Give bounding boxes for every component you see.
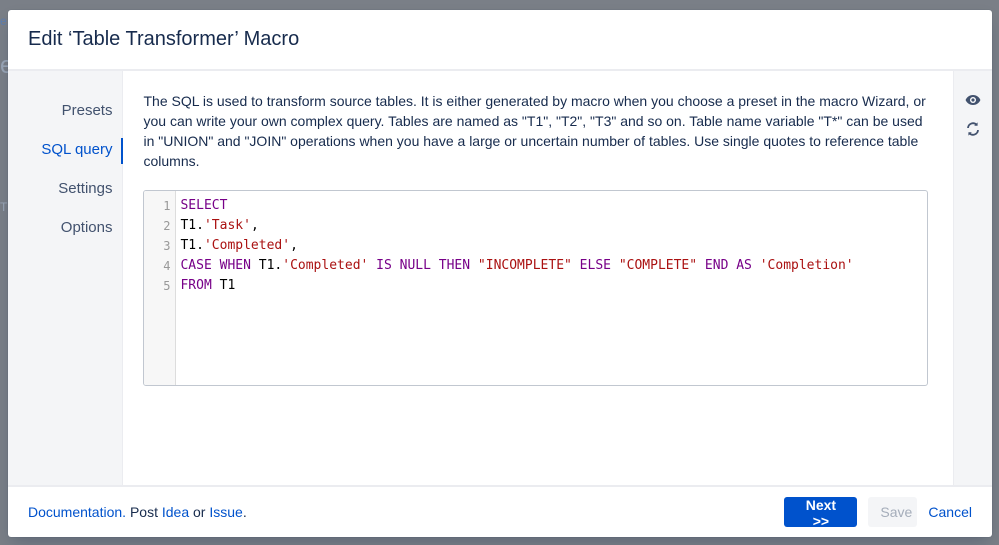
footer-text: Post	[126, 504, 162, 520]
next-button[interactable]: Next >>	[784, 497, 858, 529]
eye-icon[interactable]	[964, 91, 982, 109]
sql-string: 'Task'	[203, 218, 251, 233]
footer-links: Documentation. Post Idea or Issue.	[28, 504, 247, 520]
sql-keyword: CASE WHEN	[180, 258, 251, 273]
sql-keyword: IS NULL THEN	[368, 258, 478, 273]
sql-description: The SQL is used to transform source tabl…	[143, 93, 926, 169]
code-line: T1.'Task',	[180, 216, 927, 236]
refresh-icon[interactable]	[964, 120, 982, 138]
sql-string: "COMPLETE"	[618, 258, 698, 273]
cancel-button[interactable]: Cancel	[917, 497, 972, 527]
issue-link[interactable]: Issue	[209, 504, 242, 520]
sql-token: T1.	[180, 218, 204, 233]
dialog-title: Edit ‘Table Transformer’ Macro	[28, 28, 300, 50]
sql-editor[interactable]: 12345 SELECT T1.'Task', T1.'Completed', CAS…	[143, 190, 929, 386]
background-fragment: e	[0, 14, 7, 28]
code-line: FROM T1	[180, 276, 927, 296]
line-number: 1	[163, 199, 171, 213]
footer-text: or	[189, 504, 210, 520]
nav-item-settings[interactable]: Settings	[8, 179, 122, 218]
sql-token: T1.	[250, 258, 283, 273]
sql-token: ,	[250, 218, 259, 233]
macro-dialog: Edit ‘Table Transformer’ Macro Presets S…	[8, 10, 992, 537]
dialog-footer: Documentation. Post Idea or Issue. Next …	[8, 485, 992, 537]
documentation-link[interactable]: Documentation.	[28, 504, 126, 520]
dialog-body: Presets SQL query Settings Options The S…	[8, 71, 992, 485]
nav-item-presets[interactable]: Presets	[8, 101, 122, 140]
nav-item-sql-query[interactable]: SQL query	[8, 138, 124, 179]
sql-token: T1	[211, 278, 236, 293]
sql-token: ,	[290, 238, 298, 253]
code-line: SELECT	[180, 196, 927, 216]
sql-keyword: END AS	[697, 258, 760, 273]
sql-token: T1.	[180, 238, 204, 253]
sql-string: 'Completed'	[203, 238, 291, 253]
code-line: CASE WHEN T1.'Completed' IS NULL THEN "I…	[180, 256, 927, 276]
line-number: 3	[163, 239, 171, 253]
macro-nav: Presets SQL query Settings Options	[8, 71, 124, 485]
dialog-header: Edit ‘Table Transformer’ Macro	[8, 10, 992, 71]
line-number: 5	[163, 279, 171, 293]
save-button[interactable]: Save	[868, 497, 918, 527]
sql-keyword: ELSE	[571, 258, 619, 273]
footer-actions: Next >> Save Cancel	[784, 497, 972, 529]
sql-keyword: SELECT	[180, 198, 228, 213]
line-number-gutter: 1 2 3 4 5	[144, 191, 177, 385]
sql-string: "INCOMPLETE"	[477, 258, 572, 273]
line-number: 2	[163, 219, 171, 233]
sql-keyword: FROM	[180, 278, 212, 293]
code-line: T1.'Completed',	[180, 236, 927, 256]
footer-text: .	[242, 504, 247, 520]
sql-string: 'Completion'	[759, 258, 854, 273]
side-toolbar	[953, 71, 992, 485]
background-fragment: T	[0, 200, 8, 214]
idea-link[interactable]: Idea	[162, 504, 189, 520]
line-number: 4	[163, 259, 171, 273]
nav-item-options[interactable]: Options	[8, 218, 122, 257]
sql-query-panel: The SQL is used to transform source tabl…	[123, 71, 953, 485]
code-area[interactable]: SELECT T1.'Task', T1.'Completed', CASE WHEN…	[176, 191, 927, 385]
sql-string: 'Completed'	[282, 258, 369, 273]
